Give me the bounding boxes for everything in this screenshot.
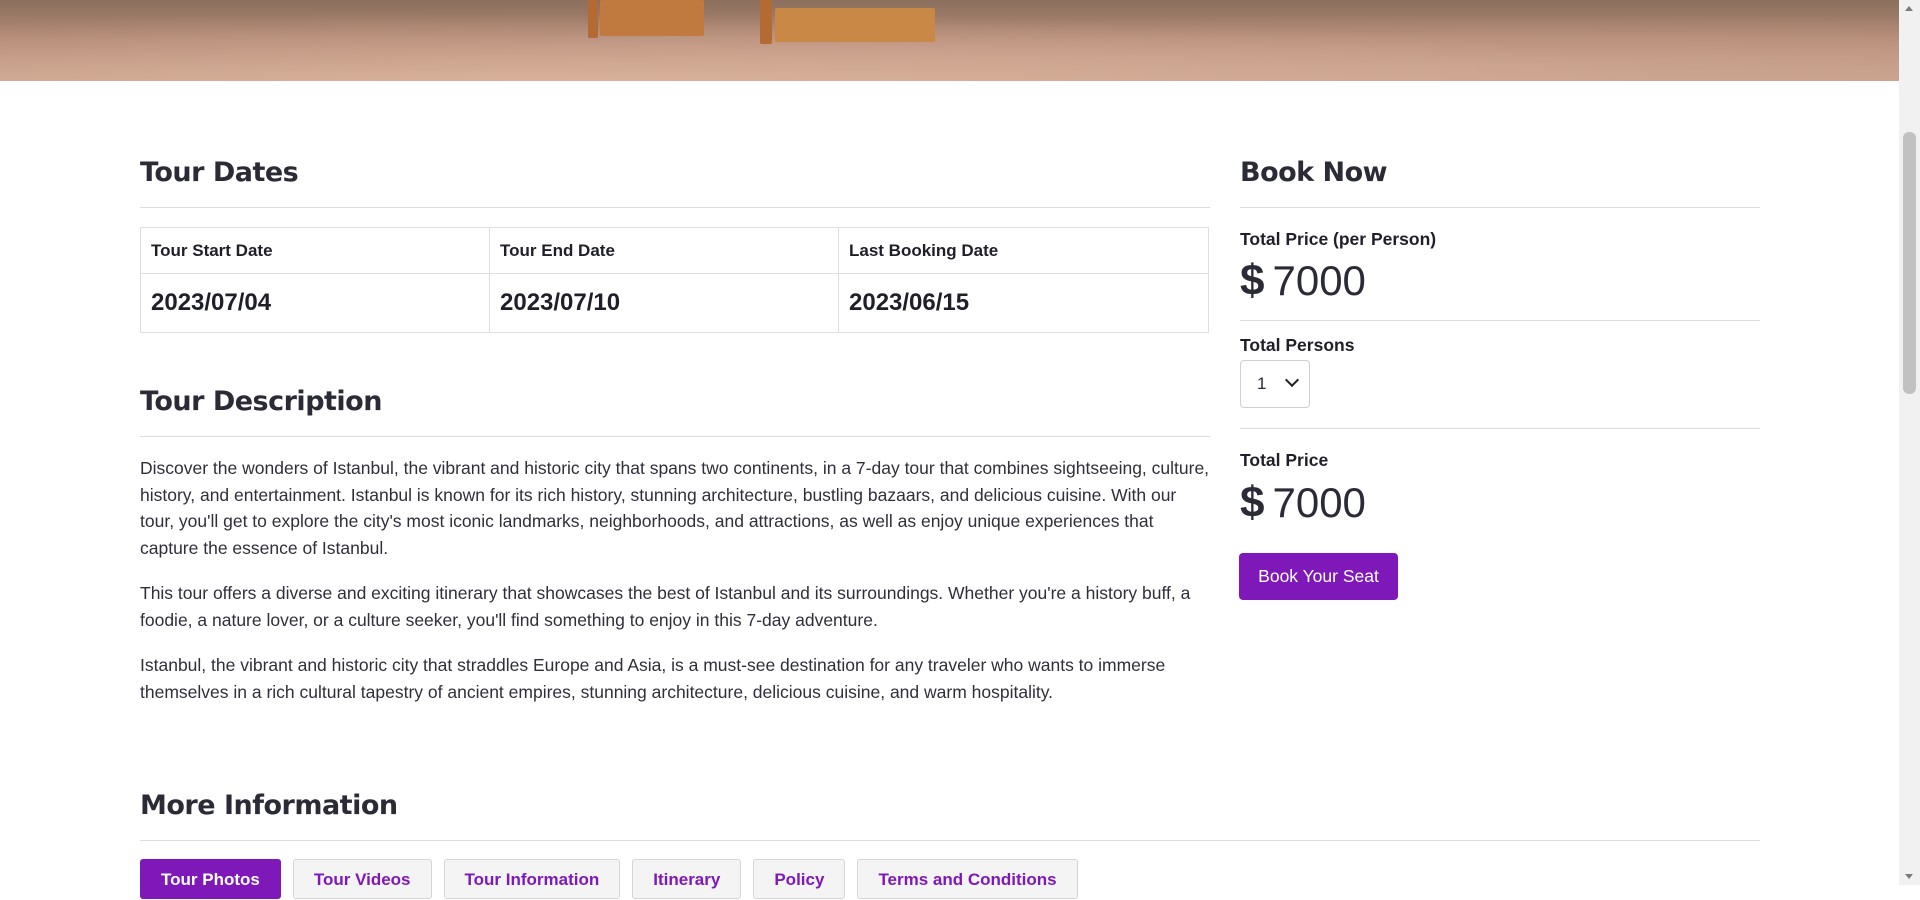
chevron-down-icon [1284, 372, 1300, 388]
dollar-icon: $ [1240, 256, 1265, 305]
price-per-person: $7000 [1240, 256, 1366, 306]
hero-banner-image [0, 0, 1899, 81]
end-date-value: 2023/07/10 [489, 273, 839, 333]
beach-sand-texture [0, 0, 1899, 81]
start-date-value: 2023/07/04 [140, 273, 490, 333]
more-information-tabs: Tour Photos Tour Videos Tour Information… [140, 859, 1078, 899]
total-persons-selected-value: 1 [1257, 374, 1267, 393]
tour-description-heading: Tour Description [140, 386, 382, 417]
page-scrollbar[interactable] [1899, 0, 1920, 885]
description-paragraph-3: Istanbul, the vibrant and historic city … [140, 655, 1166, 702]
total-price: $7000 [1240, 478, 1366, 528]
tab-tour-videos[interactable]: Tour Videos [292, 859, 432, 899]
description-paragraph-2: This tour offers a diverse and exciting … [140, 583, 1191, 630]
total-price-label: Total Price [1240, 450, 1329, 470]
start-date-header: Tour Start Date [140, 227, 490, 274]
price-per-person-label: Total Price (per Person) [1240, 229, 1437, 249]
tour-dates-divider [140, 207, 1210, 208]
tour-description-divider [140, 436, 1210, 437]
book-your-seat-button[interactable]: Book Your Seat [1239, 553, 1398, 600]
more-information-heading: More Information [140, 790, 398, 821]
beach-chair-left-seat [600, 0, 704, 36]
price-per-person-value: 7000 [1272, 257, 1366, 304]
tour-dates-table: Tour Start Date Tour End Date Last Booki… [140, 227, 1209, 333]
tab-tour-photos[interactable]: Tour Photos [140, 859, 281, 899]
tab-itinerary[interactable]: Itinerary [632, 859, 742, 899]
scroll-down-arrow-icon[interactable] [1905, 874, 1913, 879]
beach-chair-right-leg [760, 0, 772, 44]
scroll-up-arrow-icon[interactable] [1905, 6, 1913, 11]
total-price-value: 7000 [1272, 479, 1366, 526]
price-divider [1240, 320, 1760, 321]
tab-tour-information[interactable]: Tour Information [443, 859, 621, 899]
total-persons-label: Total Persons [1240, 335, 1355, 355]
tab-terms-and-conditions[interactable]: Terms and Conditions [857, 859, 1078, 899]
tour-dates-heading: Tour Dates [140, 157, 299, 188]
book-now-divider [1240, 207, 1760, 208]
dollar-icon: $ [1240, 478, 1265, 527]
more-information-divider [140, 840, 1760, 841]
tour-dates-value-row: 2023/07/04 2023/07/10 2023/06/15 [140, 273, 1209, 333]
beach-chair-left-leg [588, 0, 598, 38]
last-booking-date-value: 2023/06/15 [838, 273, 1209, 333]
beach-chair-right-seat [775, 8, 935, 42]
scrollbar-thumb[interactable] [1903, 132, 1916, 394]
tab-policy[interactable]: Policy [753, 859, 846, 899]
total-persons-select[interactable]: 1 [1240, 360, 1310, 408]
persons-divider [1240, 428, 1760, 429]
last-booking-date-header: Last Booking Date [838, 227, 1209, 274]
book-now-heading: Book Now [1240, 157, 1388, 188]
end-date-header: Tour End Date [489, 227, 839, 274]
tour-dates-header-row: Tour Start Date Tour End Date Last Booki… [140, 227, 1209, 274]
description-paragraph-1: Discover the wonders of Istanbul, the vi… [140, 458, 1210, 558]
